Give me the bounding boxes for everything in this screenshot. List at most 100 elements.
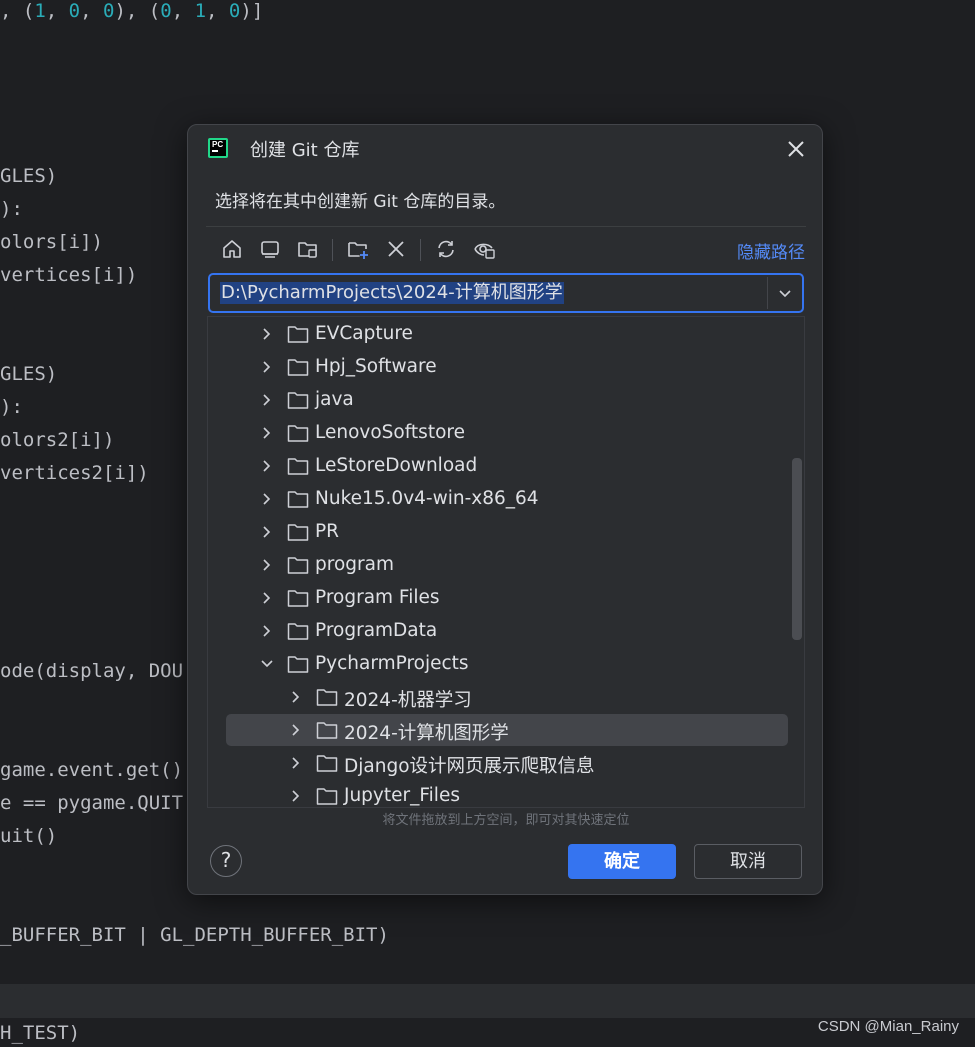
new-folder-icon — [348, 242, 368, 259]
hide-path-link[interactable]: 隐藏路径 — [737, 238, 805, 263]
folder-icon — [287, 656, 309, 673]
folder-icon — [287, 359, 309, 376]
pycharm-logo-icon: PC — [208, 138, 228, 158]
home-button[interactable] — [218, 235, 246, 263]
tree-item-folder[interactable]: PycharmProjects — [208, 648, 804, 681]
tree-item-label: program — [315, 554, 394, 575]
tree-item-label: Django设计网页展示爬取信息 — [344, 756, 595, 777]
tree-item-folder[interactable]: Django设计网页展示爬取信息 — [208, 747, 804, 780]
path-input[interactable]: D:\PycharmProjects\2024-计算机图形学 — [220, 282, 564, 304]
chevron-down-icon[interactable] — [260, 657, 274, 671]
folder-icon — [287, 491, 309, 508]
path-combobox[interactable]: D:\PycharmProjects\2024-计算机图形学 — [208, 273, 804, 313]
refresh-icon — [438, 240, 454, 258]
chevron-right-icon[interactable] — [260, 525, 274, 539]
desktop-icon — [261, 241, 279, 258]
vertical-scrollbar[interactable] — [792, 458, 802, 640]
help-button[interactable]: ? — [210, 845, 242, 877]
folder-tree[interactable]: EVCapture Hpj_Softwarejava LenovoSoftstore… — [207, 316, 805, 808]
code-line: olors[i]) — [0, 231, 103, 253]
tree-item-label: 2024-机器学习 — [344, 690, 472, 711]
tree-item-label: Program Files — [315, 587, 440, 608]
folder-icon — [287, 590, 309, 607]
folder-icon — [287, 557, 309, 574]
tree-item-label: ProgramData — [315, 620, 438, 641]
show-hidden-button[interactable] — [470, 235, 498, 263]
code-line: ode(display, DOU — [0, 660, 184, 682]
tree-item-folder[interactable]: Nuke15.0v4-win-x86_64 — [208, 483, 804, 516]
tree-item-folder[interactable]: Hpj_Software — [208, 351, 804, 384]
tree-item-label: java — [315, 389, 354, 410]
tree-item-folder[interactable]: Program Files — [208, 582, 804, 615]
tree-item-label: 2024-计算机图形学 — [344, 723, 509, 744]
chevron-right-icon[interactable] — [260, 360, 274, 374]
delete-icon — [388, 241, 404, 257]
code-line: vertices[i]) — [0, 264, 138, 286]
chevron-right-icon[interactable] — [260, 426, 274, 440]
path-history-dropdown[interactable] — [776, 284, 794, 302]
tree-item-folder[interactable]: Jupyter_Files — [208, 780, 804, 807]
tree-item-folder[interactable]: 2024-机器学习 — [208, 681, 804, 714]
close-button[interactable] — [784, 137, 808, 161]
cancel-button[interactable]: 取消 — [694, 844, 802, 879]
divider — [206, 226, 806, 227]
refresh-button[interactable] — [432, 235, 460, 263]
close-icon — [788, 141, 804, 157]
chevron-right-icon[interactable] — [289, 789, 303, 803]
chevron-right-icon[interactable] — [289, 690, 303, 704]
tree-item-folder[interactable]: ProgramData — [208, 615, 804, 648]
dialog-description: 选择将在其中创建新 Git 仓库的目录。 — [215, 192, 506, 212]
show-hidden-icon — [474, 243, 495, 259]
tree-item-folder[interactable]: java — [208, 384, 804, 417]
code-line: game.event.get(): — [0, 759, 195, 781]
folder-icon — [287, 425, 309, 442]
code-line: _BUFFER_BIT | GL_DEPTH_BUFFER_BIT) — [0, 924, 389, 946]
chevron-right-icon[interactable] — [260, 492, 274, 506]
chevron-right-icon[interactable] — [289, 756, 303, 770]
project-folder-button[interactable] — [294, 235, 322, 263]
folder-icon — [287, 326, 309, 343]
toolbar-separator — [332, 239, 333, 261]
tree-item-folder[interactable]: EVCapture — [208, 318, 804, 351]
tree-item-label: LeStoreDownload — [315, 455, 478, 476]
tree-item-label: Hpj_Software — [315, 356, 437, 377]
folder-icon — [287, 392, 309, 409]
tree-item-folder[interactable]: program — [208, 549, 804, 582]
code-line: GLES) — [0, 363, 58, 385]
tree-item-folder[interactable]: LenovoSoftstore — [208, 417, 804, 450]
home-icon — [223, 240, 241, 258]
tree-item-label: PycharmProjects — [315, 653, 469, 674]
folder-icon — [316, 755, 338, 772]
desktop-button[interactable] — [256, 235, 284, 263]
folder-icon — [316, 722, 338, 739]
folder-icon — [316, 689, 338, 706]
code-line: ): — [0, 396, 23, 418]
delete-button[interactable] — [382, 235, 410, 263]
code-line: e == pygame.QUIT — [0, 792, 184, 814]
tree-item-folder[interactable]: PR — [208, 516, 804, 549]
chevron-right-icon[interactable] — [260, 327, 274, 341]
tree-item-label: Nuke15.0v4-win-x86_64 — [315, 488, 539, 509]
chevron-right-icon[interactable] — [260, 393, 274, 407]
tree-item-label: EVCapture — [315, 323, 413, 344]
chevron-right-icon[interactable] — [260, 591, 274, 605]
code-line: GLES) — [0, 165, 58, 187]
dialog-title: 创建 Git 仓库 — [250, 140, 360, 161]
tree-item-folder[interactable]: 2024-计算机图形学 — [208, 714, 804, 747]
folder-icon — [287, 458, 309, 475]
new-folder-button[interactable] — [344, 235, 372, 263]
toolbar-separator — [420, 239, 421, 261]
chevron-right-icon[interactable] — [260, 459, 274, 473]
code-line: uit() — [0, 825, 58, 847]
chevron-right-icon[interactable] — [260, 624, 274, 638]
tree-item-label: Jupyter_Files — [344, 785, 460, 806]
tree-item-label: LenovoSoftstore — [315, 422, 465, 443]
code-line: H_TEST) — [0, 1022, 81, 1044]
ok-button[interactable]: 确定 — [568, 844, 676, 879]
folder-icon — [287, 623, 309, 640]
code-line: , (1, 0, 0), (0, 1, 0)] — [0, 0, 264, 22]
chevron-right-icon[interactable] — [260, 558, 274, 572]
folder-icon — [287, 524, 309, 541]
chevron-right-icon[interactable] — [289, 723, 303, 737]
tree-item-folder[interactable]: LeStoreDownload — [208, 450, 804, 483]
